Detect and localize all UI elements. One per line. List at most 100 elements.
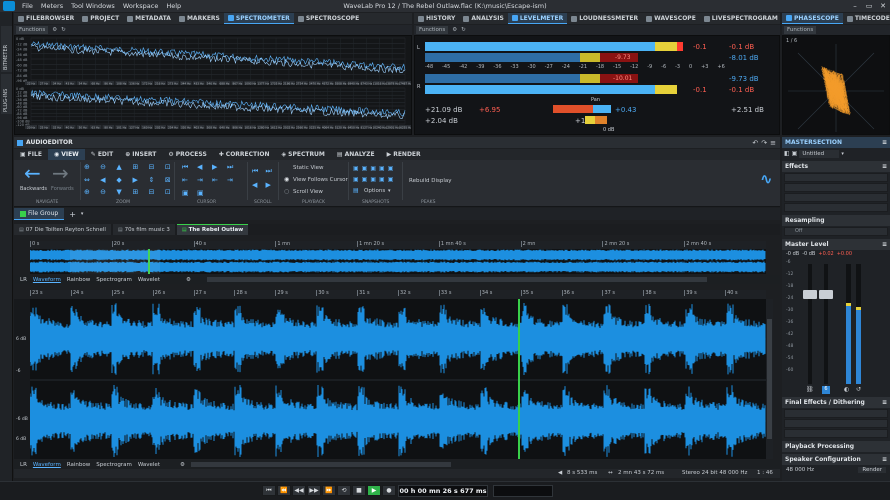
- zoom-level[interactable]: 1 : 46: [757, 470, 773, 476]
- next-marker-icon[interactable]: ⏩: [322, 485, 336, 496]
- zoom-left-icon[interactable]: ◀: [100, 176, 114, 187]
- cursor-next-icon[interactable]: ▶: [212, 163, 225, 174]
- tab-loudnessmeter[interactable]: LOUDNESSMETER: [567, 13, 642, 24]
- snapshot-10-icon[interactable]: ▣: [388, 176, 394, 183]
- options-icon[interactable]: ▤: [353, 187, 359, 194]
- overview-hscrollbar[interactable]: [206, 277, 707, 282]
- effect-slot-3[interactable]: [784, 193, 888, 202]
- main-lr-toggle[interactable]: LR: [20, 462, 27, 468]
- audio-format[interactable]: Stereo 24 bit 48 000 Hz: [682, 470, 747, 476]
- ribbon-tab-process[interactable]: ⚙ PROCESS: [162, 149, 212, 160]
- ribbon-tab-spectrum[interactable]: ◈ SPECTRUM: [276, 149, 331, 160]
- overview-lr-toggle[interactable]: LR: [20, 277, 27, 283]
- zoom-down-icon[interactable]: ▼: [116, 188, 130, 199]
- add-file-group-icon[interactable]: +: [64, 210, 81, 219]
- final-effect-slot-1[interactable]: [784, 409, 888, 418]
- go-to-start-icon[interactable]: ⏮: [262, 485, 276, 496]
- right-fader-track[interactable]: [824, 264, 828, 384]
- fast-forward-icon[interactable]: ▶▶: [307, 485, 321, 496]
- tab-wavescope[interactable]: WAVESCOPE: [642, 13, 700, 24]
- maximize-icon[interactable]: ▭: [862, 0, 876, 12]
- speaker-configuration-header[interactable]: Speaker Configuration ≡: [782, 454, 890, 465]
- plugins-side-tab[interactable]: PLUG-INS: [1, 74, 12, 114]
- zoom-e-icon[interactable]: ⊡: [165, 188, 179, 199]
- snapshot-4-icon[interactable]: ▣: [379, 165, 385, 172]
- master-mono-icon[interactable]: ◐: [844, 386, 849, 393]
- scroll-left-icon[interactable]: ⏮: [252, 167, 263, 178]
- master-level-menu-icon[interactable]: ≡: [882, 241, 887, 248]
- snapshot-9-icon[interactable]: ▣: [379, 176, 385, 183]
- final-effect-slot-2[interactable]: [784, 419, 888, 428]
- master-level-header[interactable]: Master Level ≡: [782, 239, 890, 250]
- refresh-icon[interactable]: ↻: [61, 27, 66, 33]
- tab-analysis[interactable]: ANALYSIS: [459, 13, 507, 24]
- zoom-in-icon[interactable]: ⊕: [84, 163, 98, 174]
- settings-icon[interactable]: ⚙: [52, 27, 57, 33]
- forwards-arrow-icon[interactable]: →: [52, 163, 69, 183]
- cursor-position-bar[interactable]: [493, 485, 553, 497]
- cursor-a-icon[interactable]: ⇤: [182, 176, 195, 186]
- zoom-reset-icon[interactable]: ⊡: [165, 163, 179, 174]
- overview-mode-wavelet[interactable]: Wavelet: [138, 277, 160, 283]
- left-fader-track[interactable]: [808, 264, 812, 384]
- phasescope-functions-button[interactable]: Functions: [784, 26, 817, 34]
- preset-save-icon[interactable]: ▣: [792, 150, 798, 157]
- main-mode-waveform[interactable]: Waveform: [33, 462, 61, 468]
- menu-tool-windows[interactable]: Tool Windows: [67, 2, 119, 10]
- tab-spectroscope[interactable]: SPECTROSCOPE: [294, 13, 363, 24]
- menu-workspace[interactable]: Workspace: [119, 2, 163, 10]
- zoom-fit-icon[interactable]: ⊟: [149, 163, 163, 174]
- effect-slot-4[interactable]: [784, 203, 888, 212]
- mastersection-menu-icon[interactable]: ≡: [882, 139, 887, 146]
- ribbon-tab-insert[interactable]: ⊕ INSERT: [119, 149, 162, 160]
- tab-livespectrogram[interactable]: LIVESPECTROGRAM: [700, 13, 782, 24]
- menu-file[interactable]: File: [18, 2, 37, 10]
- cursor-prev-icon[interactable]: ◀: [197, 163, 210, 174]
- snapshot-2-icon[interactable]: ▣: [362, 165, 368, 172]
- close-icon[interactable]: ✕: [876, 0, 890, 12]
- tab-levelmeter[interactable]: LEVELMETER: [507, 13, 568, 24]
- file-group-chevron-icon[interactable]: ▾: [81, 211, 84, 217]
- zoom-right-icon[interactable]: ▶: [133, 176, 147, 187]
- overview-mode-spectrogram[interactable]: Spectrogram: [96, 277, 132, 283]
- ribbon-tab-correction[interactable]: ✚ CORRECTION: [213, 149, 276, 160]
- static-view-option[interactable]: Static View: [293, 165, 324, 171]
- zoom-d-icon[interactable]: ⊟: [149, 188, 163, 199]
- loop-icon[interactable]: ⟲: [337, 485, 351, 496]
- snapshot-3-icon[interactable]: ▣: [370, 165, 376, 172]
- master-link-icon[interactable]: ⛓: [806, 386, 814, 393]
- levelmeter-refresh-icon[interactable]: ↻: [461, 27, 466, 33]
- doc-tab-2[interactable]: ▤ 70s film music 3: [112, 224, 175, 235]
- snapshot-8-icon[interactable]: ▣: [370, 176, 376, 183]
- ribbon-tab-render[interactable]: ▶ RENDER: [381, 149, 427, 160]
- time-display[interactable]: 00 h 00 mn 26 s 677 ms: [398, 485, 488, 497]
- doc-tab-1[interactable]: ▤ 07 Die Toilten Reyton Schnell: [14, 224, 111, 235]
- cursor-e-icon[interactable]: ▣: [182, 189, 195, 199]
- ribbon-tab-file[interactable]: ▣ FILE: [14, 149, 48, 160]
- resampling-header[interactable]: Resampling: [782, 215, 890, 226]
- snapshot-6-icon[interactable]: ▣: [353, 176, 359, 183]
- main-vscrollbar[interactable]: [766, 299, 773, 459]
- zoom-out-icon[interactable]: ⊖: [100, 163, 114, 174]
- zoom-v-in-icon[interactable]: ⇕: [149, 176, 163, 187]
- final-effects-menu-icon[interactable]: ≡: [882, 399, 887, 406]
- scroll-end-icon[interactable]: ▶: [266, 181, 277, 191]
- effects-header[interactable]: Effects ≡: [782, 161, 890, 172]
- file-group-tab[interactable]: File Group: [14, 208, 65, 220]
- snapshot-1-icon[interactable]: ▣: [353, 165, 359, 172]
- minimize-icon[interactable]: –: [848, 0, 862, 12]
- resampling-slot[interactable]: Off: [784, 227, 888, 236]
- effect-slot-1[interactable]: [784, 173, 888, 182]
- undo-icon[interactable]: ↶: [752, 139, 758, 147]
- overview-waveform[interactable]: [29, 249, 766, 274]
- main-mode-spectrogram[interactable]: Spectrogram: [96, 462, 132, 468]
- view-follows-cursor-radio-icon[interactable]: ◉: [284, 176, 289, 183]
- cursor-start-icon[interactable]: ⏮: [182, 163, 195, 174]
- main-settings-icon[interactable]: ⚙: [180, 462, 185, 468]
- forwards-button[interactable]: Forwards: [51, 186, 74, 192]
- options-chevron-down-icon[interactable]: ▾: [388, 188, 391, 194]
- tab-markers[interactable]: MARKERS: [175, 13, 224, 24]
- rewind-icon[interactable]: ◀◀: [292, 485, 306, 496]
- cursor-end-icon[interactable]: ⏭: [227, 163, 240, 174]
- menu-help[interactable]: Help: [162, 2, 185, 10]
